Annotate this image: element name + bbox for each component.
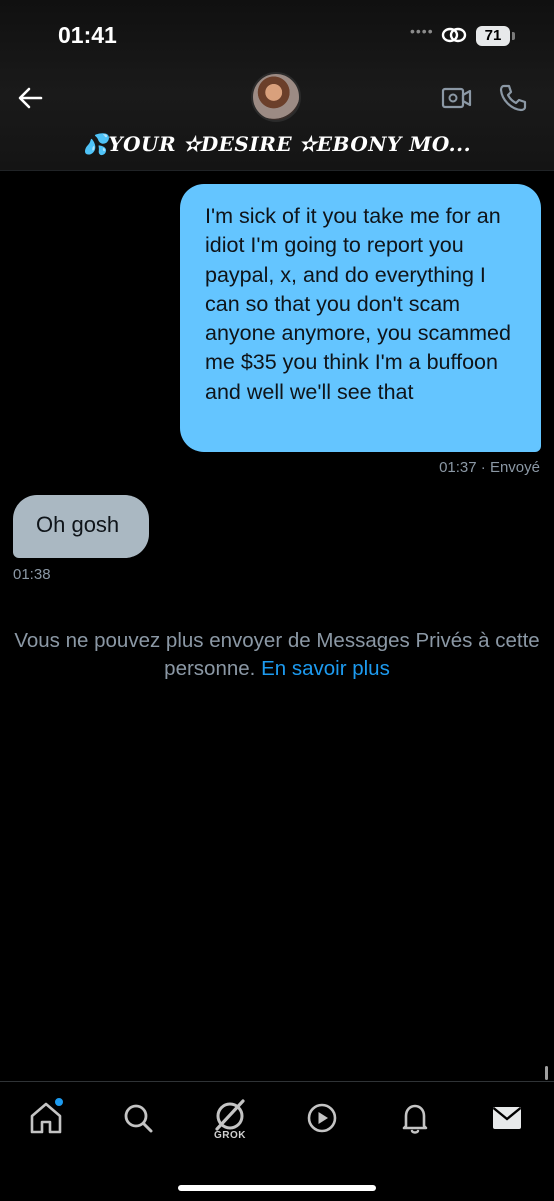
nav-home[interactable]	[24, 1096, 68, 1140]
link-icon	[441, 27, 467, 43]
notification-dot	[53, 1096, 65, 1108]
received-message-bubble[interactable]: Oh gosh	[13, 495, 149, 558]
learn-more-link[interactable]: En savoir plus	[261, 657, 390, 680]
cellular-signal-icon: ••••	[410, 23, 434, 39]
back-arrow-icon[interactable]	[16, 84, 44, 112]
received-message-time: 01:38	[13, 566, 51, 583]
sent-message-status: · Envoyé	[480, 459, 540, 476]
sent-message-time: 01:37	[439, 459, 477, 476]
bottom-navigation: GROK	[0, 1081, 554, 1201]
contact-avatar[interactable]	[251, 72, 301, 122]
video-call-icon[interactable]	[441, 84, 473, 112]
nav-search[interactable]	[116, 1096, 160, 1140]
status-time: 01:41	[58, 22, 117, 48]
grok-label: GROK	[214, 1130, 246, 1141]
dm-disabled-notice: Vous ne pouvez plus envoyer de Messages …	[0, 627, 554, 683]
sent-message-bubble[interactable]: I'm sick of it you take me for an idiot …	[180, 184, 541, 452]
sent-message-meta: 01:37 · Envoyé	[439, 459, 540, 476]
conversation-header: 01:41 •••• 71 💦YOUR ✫DESIRE ✫EBONY MO...	[0, 0, 554, 171]
scrollbar[interactable]	[545, 1066, 548, 1080]
home-indicator[interactable]	[178, 1185, 376, 1191]
search-icon	[124, 1104, 153, 1133]
phone-call-icon[interactable]	[497, 82, 529, 114]
nav-notifications[interactable]	[393, 1096, 437, 1140]
battery-tip	[512, 32, 515, 40]
nav-video[interactable]	[300, 1096, 344, 1140]
battery-indicator: 71	[476, 26, 510, 46]
nav-messages[interactable]	[485, 1096, 529, 1140]
envelope-icon	[492, 1107, 522, 1129]
bell-icon	[402, 1104, 428, 1134]
play-circle-icon	[307, 1103, 337, 1133]
contact-name[interactable]: 💦YOUR ✫DESIRE ✫EBONY MO...	[0, 132, 554, 156]
